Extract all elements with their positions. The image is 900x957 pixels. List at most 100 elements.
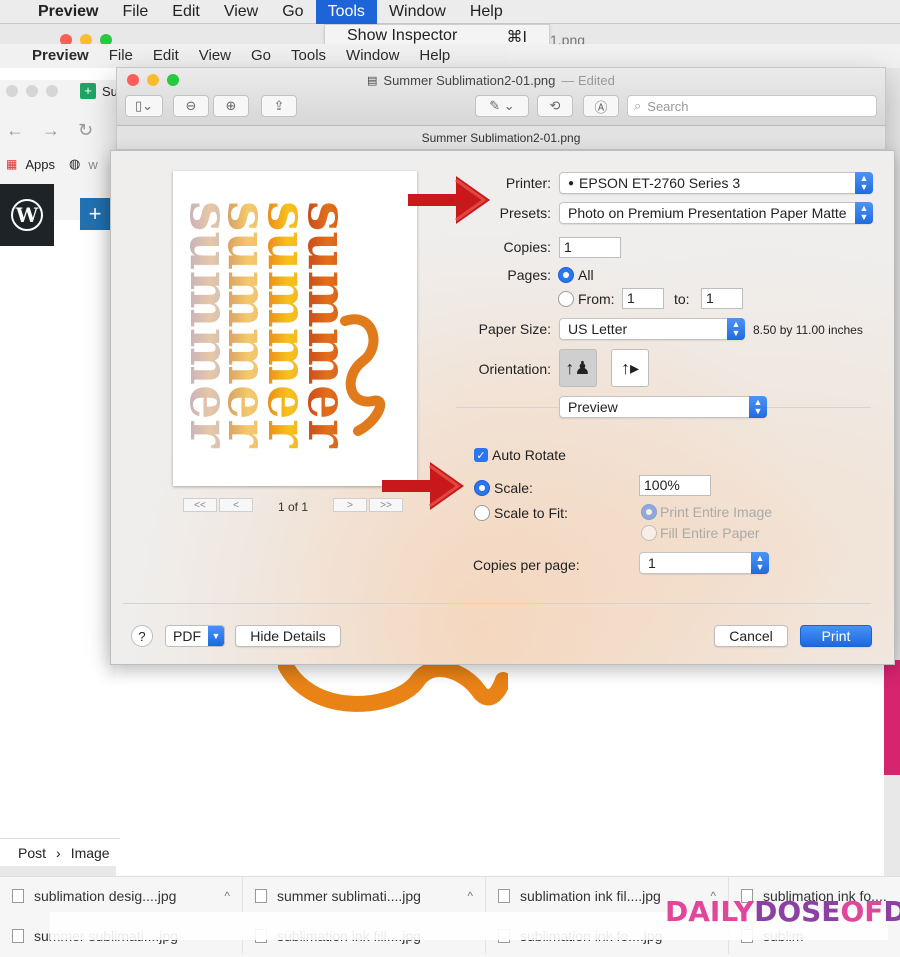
- document-subtitle: Summer Sublimation2-01.png: [117, 126, 885, 150]
- menu-file[interactable]: File: [110, 0, 160, 24]
- share-icon: ⇪: [273, 98, 285, 113]
- paper-size-label: Paper Size:: [478, 321, 551, 337]
- menu-edit[interactable]: Edit: [160, 0, 212, 24]
- brand-part-daily: DAILY: [665, 895, 755, 928]
- forward-icon[interactable]: →: [42, 120, 60, 141]
- presets-select[interactable]: Photo on Premium Presentation Paper Matt…: [559, 202, 873, 224]
- fill-entire-paper-radio[interactable]: [641, 525, 657, 541]
- sidebar-toggle-button[interactable]: ▯⌄: [125, 95, 163, 117]
- scale-field[interactable]: 100%: [639, 475, 711, 496]
- bookmark-apps[interactable]: Apps: [25, 157, 55, 172]
- chevron-up-icon[interactable]: ^: [224, 889, 230, 903]
- menu-view[interactable]: View: [212, 0, 270, 24]
- auto-rotate-checkbox[interactable]: ✓: [474, 448, 488, 462]
- back-icon[interactable]: ←: [6, 120, 24, 141]
- globe-icon[interactable]: ◍: [69, 156, 80, 172]
- menu-app-name[interactable]: Preview: [22, 44, 99, 68]
- printer-status-icon: ●: [568, 177, 575, 189]
- secondary-menu-bar: Preview File Edit View Go Tools Window H…: [0, 44, 900, 68]
- download-filename: sublimation desig....jpg: [34, 888, 177, 904]
- zoom-in-button[interactable]: ⊕: [213, 95, 249, 117]
- printer-select[interactable]: ● EPSON ET-2760 Series 3 ▲ ▼: [559, 172, 873, 194]
- chevron-updown-icon: ▲ ▼: [751, 552, 769, 574]
- menu-help[interactable]: Help: [409, 44, 460, 68]
- zoom-icon[interactable]: [167, 74, 179, 86]
- markup-button[interactable]: ✎ ⌄: [475, 95, 529, 117]
- prev-page-button[interactable]: <: [219, 498, 253, 512]
- menu-edit[interactable]: Edit: [143, 44, 189, 68]
- download-item[interactable]: summer sublimati....jpg ^: [243, 877, 486, 915]
- menu-window[interactable]: Window: [336, 44, 409, 68]
- menu-tools[interactable]: Tools: [281, 44, 336, 68]
- add-block-button[interactable]: +: [80, 198, 110, 230]
- close-icon[interactable]: [127, 74, 139, 86]
- menu-go[interactable]: Go: [241, 44, 281, 68]
- menu-window[interactable]: Window: [377, 0, 458, 24]
- menu-app-name[interactable]: Preview: [26, 0, 110, 24]
- first-page-button[interactable]: <<: [183, 498, 217, 512]
- to-field[interactable]: 1: [701, 288, 743, 309]
- rotate-icon: ⟲: [549, 98, 561, 113]
- scale-radio[interactable]: [474, 480, 490, 496]
- wordpress-logo-icon[interactable]: W: [11, 199, 43, 231]
- cancel-button[interactable]: Cancel: [714, 625, 788, 647]
- scale-to-fit-radio[interactable]: [474, 505, 490, 521]
- download-item[interactable]: sublimation desig....jpg ^: [0, 877, 243, 915]
- browser-tab[interactable]: + Su: [80, 83, 118, 99]
- chevron-updown-icon: ▲ ▼: [727, 318, 745, 340]
- copies-field[interactable]: 1: [559, 237, 621, 258]
- download-filename: summer sublimati....jpg: [277, 888, 421, 904]
- page-indicator: 1 of 1: [278, 500, 309, 514]
- help-button[interactable]: ?: [131, 625, 153, 647]
- brand-part-diy: DIY: [883, 895, 900, 928]
- window-title: ▤ Summer Sublimation2-01.png — Edited: [367, 73, 615, 88]
- shortcut-label: ⌘I: [506, 29, 527, 46]
- file-icon: [12, 929, 24, 943]
- menu-view[interactable]: View: [189, 44, 241, 68]
- next-page-button[interactable]: >: [333, 498, 367, 512]
- apps-grid-icon[interactable]: ▦: [6, 157, 17, 171]
- print-entire-image-radio[interactable]: [641, 504, 657, 520]
- breadcrumb-image[interactable]: Image: [71, 845, 110, 861]
- pages-all-radio[interactable]: [558, 267, 574, 283]
- portrait-orientation-button[interactable]: ↑♟: [559, 349, 597, 387]
- annotate-icon: Ⓐ: [594, 99, 608, 115]
- print-preview-thumbnail: summer summer summer summer: [173, 171, 417, 486]
- printer-value: EPSON ET-2760 Series 3: [579, 175, 741, 191]
- chevron-updown-icon: ▲ ▼: [855, 202, 873, 224]
- landscape-icon: ↑▸: [620, 357, 640, 378]
- share-button[interactable]: ⇪: [261, 95, 297, 117]
- chevron-up-icon[interactable]: ^: [467, 889, 473, 903]
- rotate-button[interactable]: ⟲: [537, 95, 573, 117]
- bookmark-label[interactable]: w: [88, 157, 97, 172]
- landscape-orientation-button[interactable]: ↑▸: [611, 349, 649, 387]
- from-field[interactable]: 1: [622, 288, 664, 309]
- breadcrumb-post[interactable]: Post: [18, 845, 46, 861]
- copies-label: Copies:: [503, 239, 551, 255]
- print-button[interactable]: Print: [800, 625, 872, 647]
- search-field[interactable]: ⌕ Search: [627, 95, 877, 117]
- menu-tools[interactable]: Tools: [315, 0, 377, 24]
- menu-item-show-inspector[interactable]: Show Inspector: [347, 27, 457, 45]
- red-arrow-icon: [382, 462, 464, 510]
- section-select[interactable]: Preview ▲ ▼: [559, 396, 767, 418]
- edited-label: — Edited: [561, 73, 615, 88]
- menu-help[interactable]: Help: [458, 0, 515, 24]
- hide-details-button[interactable]: Hide Details: [235, 625, 341, 647]
- menu-bar: Preview File Edit View Go Tools Window H…: [0, 0, 900, 24]
- minimize-icon[interactable]: [147, 74, 159, 86]
- reload-icon[interactable]: ↻: [78, 120, 93, 141]
- browser-nav: ← → ↻: [6, 120, 93, 141]
- menu-file[interactable]: File: [99, 44, 143, 68]
- browser-traffic-lights: [6, 85, 58, 97]
- pdf-menu-button[interactable]: PDF ▼: [165, 625, 225, 647]
- menu-go[interactable]: Go: [270, 0, 315, 24]
- paper-size-value: US Letter: [568, 321, 628, 337]
- zoom-out-button[interactable]: ⊖: [173, 95, 209, 117]
- annotate-button[interactable]: Ⓐ: [583, 95, 619, 117]
- copies-per-page-select[interactable]: 1 ▲ ▼: [639, 552, 769, 574]
- presets-value: Photo on Premium Presentation Paper Matt…: [568, 205, 847, 221]
- pdf-label: PDF: [166, 626, 208, 646]
- paper-size-select[interactable]: US Letter ▲ ▼: [559, 318, 745, 340]
- pages-range-radio[interactable]: [558, 291, 574, 307]
